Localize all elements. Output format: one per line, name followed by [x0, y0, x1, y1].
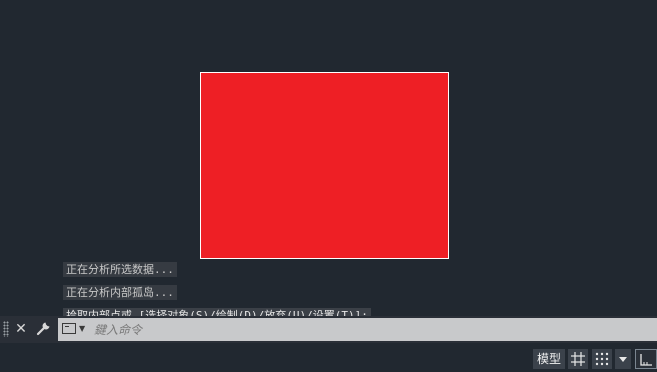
model-space-button[interactable]: 模型: [533, 349, 565, 369]
drag-handle[interactable]: [3, 321, 9, 337]
history-line: 正在分析所选数据...: [63, 262, 177, 277]
command-input-container[interactable]: ▼: [58, 318, 657, 341]
ortho-mode-icon[interactable]: [635, 349, 657, 369]
chevron-down-icon[interactable]: [615, 349, 631, 369]
command-prompt-icon[interactable]: [62, 323, 76, 334]
command-input[interactable]: [94, 318, 649, 341]
prompt-dropdown-caret-icon[interactable]: ▼: [79, 322, 85, 336]
red-rectangle-shape[interactable]: [200, 72, 449, 259]
history-line: 正在分析内部孤岛...: [63, 285, 177, 300]
snap-mode-icon[interactable]: [592, 349, 612, 369]
wrench-icon[interactable]: [35, 320, 53, 338]
drawing-canvas[interactable]: 正在分析所选数据... 正在分析内部孤岛... 拾取内部点或 [选择对象(S)/…: [0, 0, 657, 323]
command-line-bar: ✕ ▼: [0, 316, 657, 343]
status-bar: 模型: [0, 343, 657, 372]
grid-icon[interactable]: [568, 349, 588, 369]
close-icon[interactable]: ✕: [12, 320, 30, 338]
